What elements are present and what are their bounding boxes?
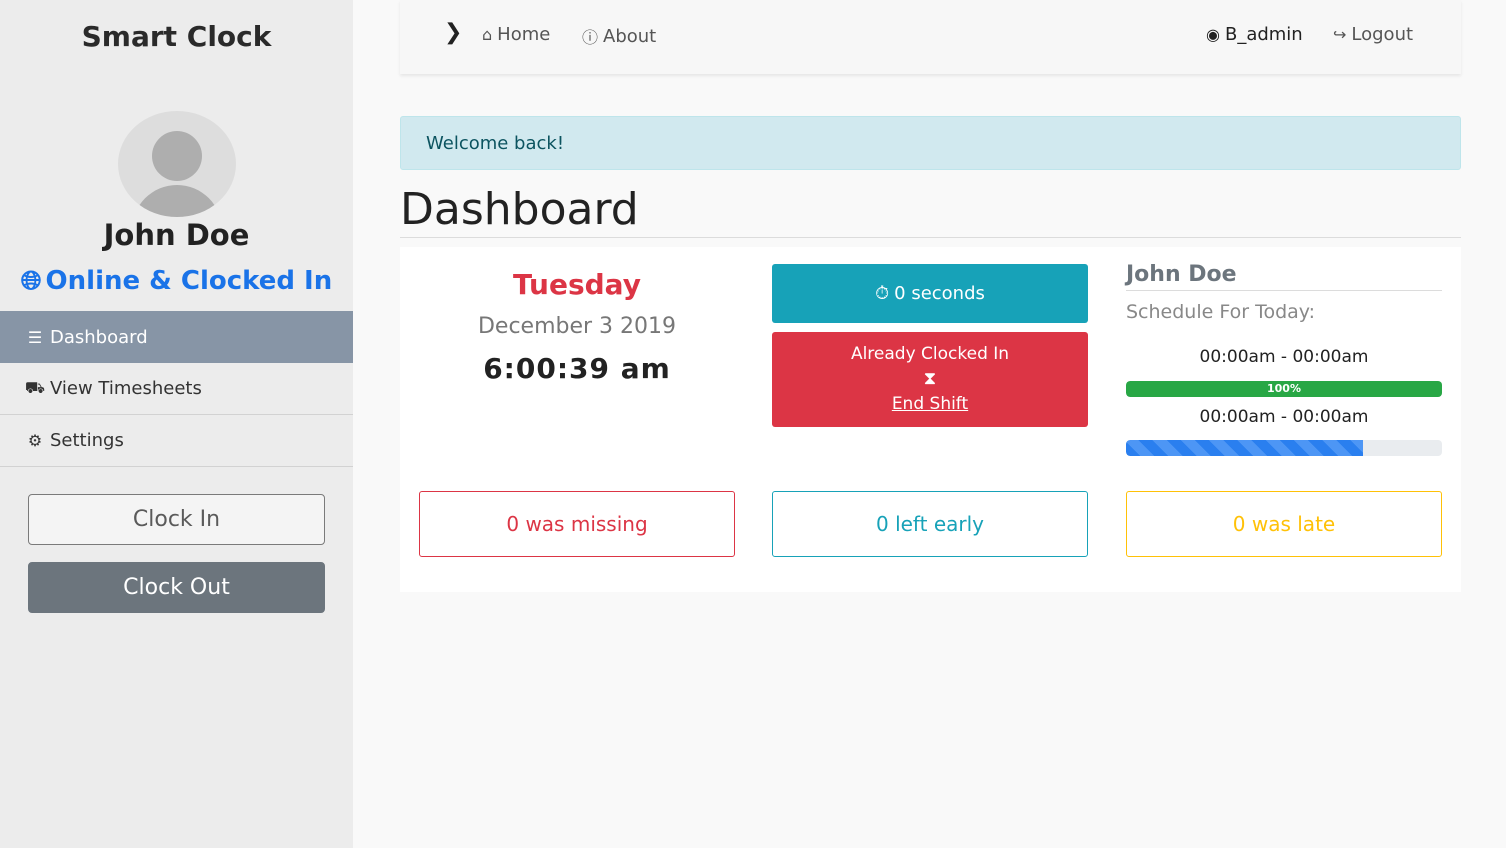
- status-text: 🌐︎ Online & Clocked In: [0, 266, 353, 297]
- current-time: 6:00:39 am: [483, 352, 671, 385]
- user-label: B_admin: [1224, 24, 1303, 45]
- sidebar-nav: ☰ Dashboard ⛟ View Timesheets ⚙ Settings: [0, 311, 353, 467]
- title-divider: [400, 237, 1461, 238]
- schedule-divider: [1126, 290, 1442, 291]
- brand-title: Smart Clock: [81, 20, 272, 53]
- schedule-progress-fill-2: [1126, 440, 1363, 456]
- clock-in-button[interactable]: Clock In: [28, 494, 325, 545]
- stat-missing: 0 was missing: [419, 491, 735, 557]
- top-navbar: ❯ ⌂ Home ⓘ About ◉ B_admin ↪ Logout: [400, 0, 1461, 74]
- schedule-label: Schedule For Today:: [1126, 301, 1316, 323]
- status-label: Online & Clocked In: [45, 266, 333, 296]
- shift-timer-button[interactable]: ⏱︎ 0 seconds: [772, 264, 1088, 323]
- user-circle-icon: ◉: [1206, 25, 1220, 44]
- stat-late: 0 was late: [1126, 491, 1442, 557]
- shift-timer-label: 0 seconds: [894, 283, 985, 304]
- current-date: December 3 2019: [477, 314, 677, 339]
- hourglass-icon: ⧗: [923, 368, 937, 389]
- sidebar: Smart Clock John Doe 🌐︎ Online & Clocked …: [0, 0, 353, 848]
- avatar: [118, 111, 236, 217]
- nav-about-link[interactable]: ⓘ About: [582, 24, 656, 48]
- gear-icon: ⚙: [27, 431, 43, 450]
- clock-out-button[interactable]: Clock Out: [28, 562, 325, 613]
- logout-label: Logout: [1351, 24, 1414, 45]
- sidebar-toggle-chevron-icon[interactable]: ❯: [444, 20, 462, 45]
- end-shift-link[interactable]: End Shift: [772, 394, 1088, 414]
- home-icon: ⌂: [482, 25, 493, 44]
- schedule-time-1: 00:00am - 00:00am: [1199, 347, 1369, 367]
- profile-name: John Doe: [103, 218, 250, 252]
- page-title: Dashboard: [400, 184, 639, 235]
- stopwatch-icon: ⏱︎: [875, 283, 890, 304]
- avatar-head: [152, 131, 202, 181]
- nav-home-label: Home: [497, 24, 551, 45]
- nav-about-label: About: [603, 25, 657, 47]
- stat-left-early: 0 left early: [772, 491, 1088, 557]
- sidebar-item-label: Dashboard: [50, 326, 148, 348]
- alert-text: Welcome back!: [426, 132, 565, 154]
- truck-clock-icon: ⛟: [24, 378, 46, 397]
- sidebar-item-timesheets[interactable]: ⛟ View Timesheets: [0, 363, 353, 415]
- sidebar-item-label: Settings: [50, 430, 124, 451]
- avatar-body: [132, 185, 222, 217]
- logout-link[interactable]: ↪ Logout: [1333, 24, 1413, 45]
- user-menu-link[interactable]: ◉ B_admin: [1206, 24, 1303, 45]
- sidebar-item-settings[interactable]: ⚙ Settings: [0, 415, 353, 467]
- schedule-user-name: John Doe: [1126, 262, 1237, 287]
- clocked-in-status: Already Clocked In: [850, 344, 1010, 364]
- schedule-progress-fill-1: 100%: [1126, 381, 1442, 397]
- nav-home-link[interactable]: ⌂ Home: [482, 24, 550, 45]
- logout-icon: ↪: [1333, 25, 1347, 44]
- info-icon: ⓘ: [582, 28, 599, 47]
- schedule-progress-1: 100%: [1126, 381, 1442, 397]
- schedule-time-2: 00:00am - 00:00am: [1199, 407, 1369, 427]
- clocked-in-panel: Already Clocked In ⧗ End Shift: [772, 332, 1088, 427]
- schedule-progress-2: [1126, 440, 1442, 456]
- sidebar-item-label: View Timesheets: [50, 378, 202, 399]
- globe-icon: 🌐︎: [20, 266, 42, 296]
- sidebar-item-dashboard[interactable]: ☰ Dashboard: [0, 311, 353, 363]
- list-icon: ☰: [27, 327, 43, 347]
- welcome-alert: Welcome back!: [400, 116, 1461, 170]
- current-day: Tuesday: [513, 268, 641, 301]
